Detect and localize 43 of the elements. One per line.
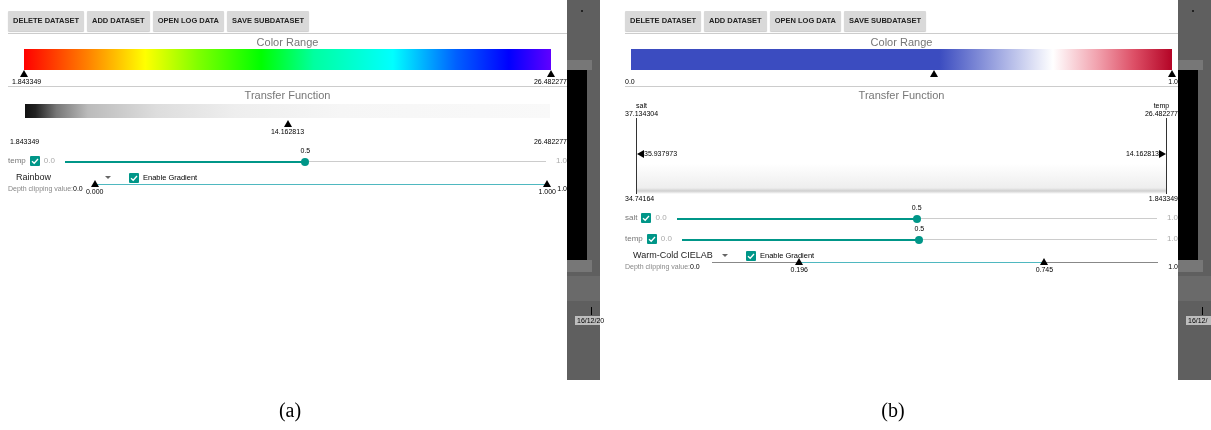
section-title: Transfer Function: [857, 88, 946, 102]
colormap-dropdown[interactable]: Rainbow: [16, 172, 111, 183]
panel-footer-bar: [567, 260, 592, 272]
caret-icon: [722, 254, 728, 257]
axis-handle-icon[interactable]: [1159, 150, 1166, 158]
slider-thumb[interactable]: [915, 235, 924, 244]
slider-thumb[interactable]: [912, 214, 921, 223]
slider-name: salt: [625, 213, 638, 223]
slider-max-label: 1.0: [555, 156, 567, 166]
slider-handle-icon[interactable]: [1040, 258, 1049, 265]
slider-max-label: 1.0: [1166, 213, 1178, 223]
slider-handle-icon[interactable]: [1168, 70, 1176, 77]
slider-handle-icon[interactable]: [283, 120, 292, 127]
slider-name: temp: [8, 156, 26, 166]
slider-handle-icon[interactable]: [90, 180, 99, 187]
slider-handle-icon[interactable]: [543, 180, 552, 187]
slider-name: temp: [625, 234, 643, 244]
slider-handle-icon[interactable]: [20, 70, 28, 77]
checkbox[interactable]: [129, 172, 139, 183]
slider-min-label: 0.0: [43, 156, 55, 166]
section-title: Color Range: [255, 35, 320, 49]
timeline-tick: [1202, 307, 1203, 315]
panel-footer-bar: [1178, 260, 1203, 272]
panel-header-bar: [1178, 60, 1203, 70]
timeline-tick: [591, 307, 592, 315]
checkbox[interactable]: [641, 213, 652, 223]
checkbox[interactable]: [29, 156, 40, 166]
slider-thumb[interactable]: [301, 157, 310, 166]
colormap-dropdown[interactable]: Warm-Cold CIELAB: [633, 250, 728, 261]
figure-caption: (a): [277, 398, 303, 422]
section-title: Color Range: [869, 35, 934, 49]
figure-caption: (b): [880, 398, 906, 422]
slider-min-label: 0.0: [655, 213, 667, 223]
slider-max-label: 1.0: [1166, 234, 1178, 244]
slider-min-label: 0.0: [660, 234, 672, 244]
section-title: Transfer Function: [243, 88, 332, 102]
slider-handle-icon[interactable]: [795, 258, 804, 265]
caret-icon: [105, 176, 111, 179]
checkbox[interactable]: [646, 234, 657, 244]
slider-handle-icon[interactable]: [547, 70, 555, 77]
checkbox[interactable]: [746, 250, 756, 261]
panel-header-bar: [567, 60, 592, 70]
axis-handle-icon[interactable]: [637, 150, 644, 158]
